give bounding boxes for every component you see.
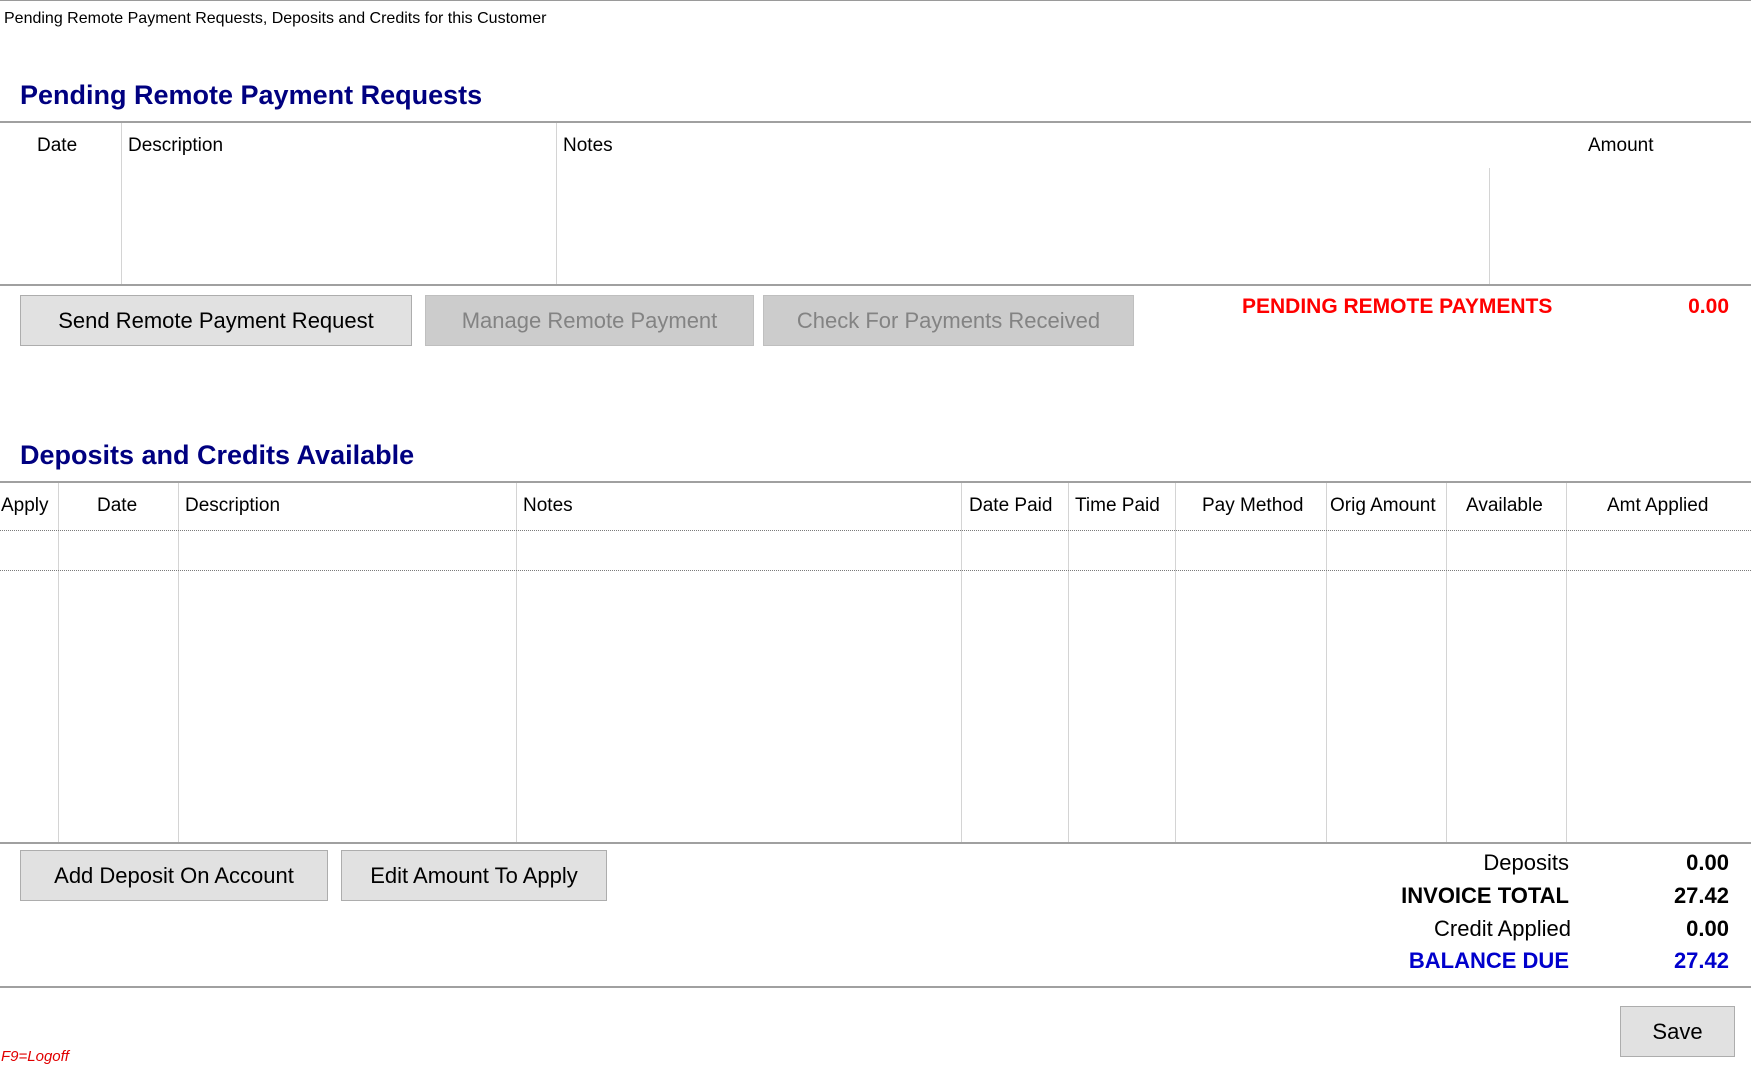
deposits-col-pay-method[interactable]: Pay Method: [1202, 495, 1303, 517]
deposits-col-divider: [178, 483, 179, 842]
pending-remote-payments-label: PENDING REMOTE PAYMENTS: [1242, 295, 1553, 318]
add-deposit-on-account-button[interactable]: Add Deposit On Account: [20, 850, 328, 901]
deposits-col-available[interactable]: Available: [1466, 495, 1543, 517]
deposits-section-title: Deposits and Credits Available: [20, 440, 415, 470]
deposits-col-divider: [1175, 483, 1176, 842]
deposits-col-date-paid[interactable]: Date Paid: [969, 495, 1052, 517]
deposits-col-divider: [516, 483, 517, 842]
pending-col-description[interactable]: Description: [128, 135, 223, 157]
edit-amount-to-apply-button[interactable]: Edit Amount To Apply: [341, 850, 607, 901]
window-top-border: [0, 0, 1751, 1]
footer-separator: [0, 986, 1751, 988]
deposits-total-label: Deposits: [1483, 850, 1569, 875]
deposits-col-amt-applied[interactable]: Amt Applied: [1607, 495, 1708, 517]
save-button[interactable]: Save: [1620, 1006, 1735, 1057]
invoice-total-label: INVOICE TOTAL: [1401, 883, 1569, 908]
deposits-col-divider: [961, 483, 962, 842]
credit-applied-value: 0.00: [1686, 916, 1729, 941]
pending-col-divider: [556, 123, 557, 284]
balance-due-label: BALANCE DUE: [1408, 948, 1569, 973]
deposits-col-divider: [1068, 483, 1069, 842]
deposits-col-description[interactable]: Description: [185, 495, 280, 517]
pending-col-amount[interactable]: Amount: [1588, 135, 1653, 157]
credit-applied-label: Credit Applied: [1434, 916, 1571, 941]
logoff-hint: F9=Logoff: [1, 1048, 69, 1065]
deposits-col-divider: [58, 483, 59, 842]
pending-section-title: Pending Remote Payment Requests: [20, 80, 483, 110]
deposits-table[interactable]: Apply Date Description Notes Date Paid T…: [0, 483, 1751, 842]
manage-remote-payment-button[interactable]: Manage Remote Payment: [425, 295, 754, 346]
deposits-col-orig-amount[interactable]: Orig Amount: [1330, 495, 1436, 517]
invoice-total-value: 27.42: [1673, 883, 1729, 908]
pending-table[interactable]: Date Description Notes Amount: [0, 123, 1751, 284]
pending-remote-payments-value: 0.00: [1688, 295, 1729, 318]
deposits-col-divider: [1446, 483, 1447, 842]
pending-col-notes[interactable]: Notes: [563, 135, 613, 157]
deposits-col-divider: [1326, 483, 1327, 842]
send-remote-payment-request-button[interactable]: Send Remote Payment Request: [20, 295, 412, 346]
balance-due-value: 27.42: [1673, 948, 1729, 973]
deposits-row-separator: [0, 570, 1751, 571]
deposits-col-divider: [1566, 483, 1567, 842]
deposits-table-bottom-border: [0, 842, 1751, 844]
deposits-row-separator: [0, 530, 1751, 531]
deposits-col-date[interactable]: Date: [97, 495, 137, 517]
deposits-total-value: 0.00: [1686, 850, 1729, 875]
check-for-payments-received-button[interactable]: Check For Payments Received: [763, 295, 1134, 346]
pending-table-bottom-border: [0, 284, 1751, 286]
deposits-col-apply[interactable]: Apply: [1, 495, 49, 517]
window-title: Pending Remote Payment Requests, Deposit…: [4, 10, 547, 27]
pending-col-divider: [121, 123, 122, 284]
pending-col-divider: [1489, 168, 1490, 284]
pending-col-date[interactable]: Date: [37, 135, 77, 157]
deposits-col-notes[interactable]: Notes: [523, 495, 573, 517]
deposits-col-time-paid[interactable]: Time Paid: [1075, 495, 1160, 517]
